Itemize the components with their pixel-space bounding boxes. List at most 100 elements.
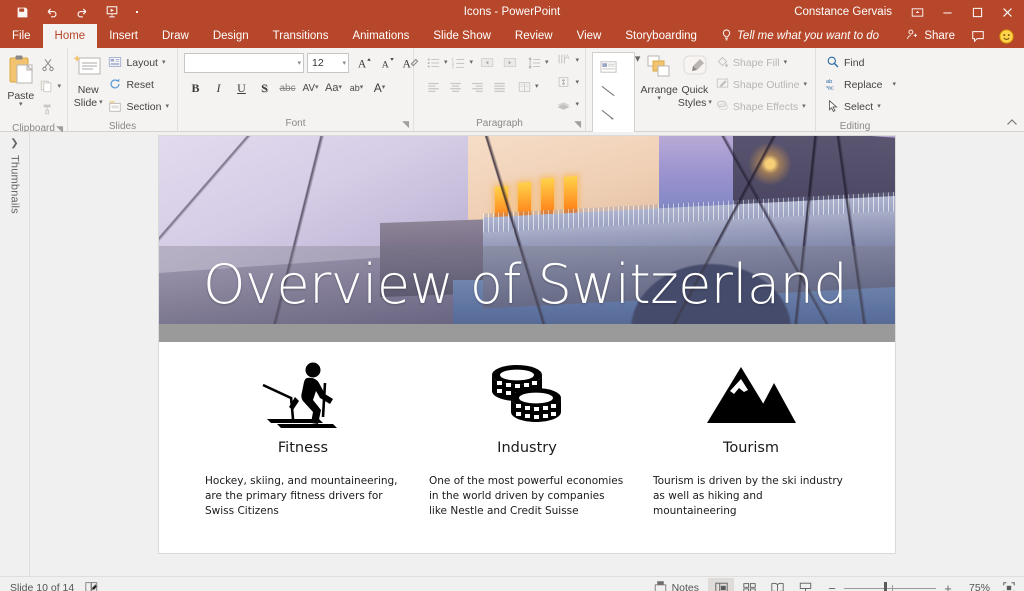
bullets-icon[interactable] xyxy=(422,52,444,74)
slide-canvas[interactable]: Overview of Switzerland xyxy=(159,136,895,553)
tab-view[interactable]: View xyxy=(565,24,614,48)
change-case-button[interactable]: Aa ▾ xyxy=(322,77,345,99)
maximize-button[interactable] xyxy=(962,0,992,24)
slide-title[interactable]: Overview of Switzerland xyxy=(159,258,847,312)
notes-page-icon[interactable] xyxy=(84,580,99,591)
layout-button[interactable]: Layout ▾ xyxy=(104,52,173,74)
decrease-font-size-icon[interactable]: A xyxy=(376,52,399,74)
text-highlight-button[interactable]: ab ▾ xyxy=(345,77,368,99)
font-color-dropdown-icon[interactable]: ▾ xyxy=(382,85,386,91)
tab-storyboarding[interactable]: Storyboarding xyxy=(613,24,709,48)
line-spacing-icon[interactable] xyxy=(523,52,545,74)
column-body-industry[interactable]: One of the most powerful economies in th… xyxy=(429,474,625,519)
chevron-right-icon[interactable]: ❯ xyxy=(10,138,18,149)
tab-home[interactable]: Home xyxy=(43,24,98,48)
find-button[interactable]: Find xyxy=(822,52,900,74)
slide-counter[interactable]: Slide 10 of 14 xyxy=(10,582,74,591)
line-arrow-shape-icon[interactable] xyxy=(595,103,621,127)
shape-effects-dropdown-icon[interactable]: ▾ xyxy=(802,104,806,110)
line-shape-icon[interactable] xyxy=(595,79,621,103)
justify-icon[interactable] xyxy=(488,76,510,98)
increase-font-size-icon[interactable]: A xyxy=(353,52,376,74)
decrease-indent-icon[interactable] xyxy=(476,52,498,74)
thumbnails-panel[interactable]: ❯ Thumbnails xyxy=(0,132,30,576)
shape-effects-button[interactable]: Shape Effects ▾ xyxy=(712,96,811,118)
ribbon-display-options-icon[interactable] xyxy=(902,0,932,24)
column-body-fitness[interactable]: Hockey, skiing, and mountaineering, are … xyxy=(205,474,401,519)
slide-show-view-button[interactable] xyxy=(792,578,818,591)
section-dropdown-icon[interactable]: ▾ xyxy=(165,104,169,110)
customize-qat-icon[interactable] xyxy=(128,1,146,23)
underline-button[interactable]: U xyxy=(230,77,253,99)
shape-outline-dropdown-icon[interactable]: ▾ xyxy=(803,82,807,88)
zoom-slider-handle[interactable] xyxy=(884,582,887,591)
shape-outline-button[interactable]: Shape Outline ▾ xyxy=(712,74,811,96)
select-dropdown-icon[interactable]: ▾ xyxy=(877,104,881,110)
redo-icon[interactable] xyxy=(68,1,96,23)
character-spacing-dropdown-icon[interactable]: ▾ xyxy=(315,85,319,91)
comments-icon[interactable] xyxy=(967,29,989,43)
normal-view-button[interactable] xyxy=(708,578,734,591)
paste-button[interactable]: Paste ▾ xyxy=(4,52,37,110)
columns-dropdown-icon[interactable]: ▾ xyxy=(535,84,539,90)
bold-button[interactable]: B xyxy=(184,77,207,99)
align-right-icon[interactable] xyxy=(466,76,488,98)
align-left-icon[interactable] xyxy=(422,76,444,98)
tab-file[interactable]: File xyxy=(0,24,43,48)
notes-button[interactable]: Notes xyxy=(647,578,706,591)
section-button[interactable]: Section ▾ xyxy=(104,96,173,118)
tab-slide-show[interactable]: Slide Show xyxy=(421,24,503,48)
undo-icon[interactable] xyxy=(38,1,66,23)
slide-banner-image[interactable]: Overview of Switzerland xyxy=(159,136,895,342)
slide-column-tourism[interactable]: Tourism Tourism is driven by the ski ind… xyxy=(639,358,863,553)
tab-transitions[interactable]: Transitions xyxy=(261,24,341,48)
cut-icon[interactable] xyxy=(37,54,59,76)
minimize-button[interactable] xyxy=(932,0,962,24)
replace-dropdown-icon[interactable]: ▾ xyxy=(893,82,897,88)
font-name-combobox[interactable]: ▾ xyxy=(184,53,304,73)
slide-editing-area[interactable]: Overview of Switzerland xyxy=(30,132,1024,576)
tab-animations[interactable]: Animations xyxy=(340,24,421,48)
align-text-button[interactable]: ▾ xyxy=(554,72,581,94)
save-icon[interactable] xyxy=(8,1,36,23)
align-text-dropdown-icon[interactable]: ▾ xyxy=(575,80,579,86)
tab-draw[interactable]: Draw xyxy=(150,24,201,48)
paste-dropdown-icon[interactable]: ▾ xyxy=(19,102,23,108)
italic-button[interactable]: I xyxy=(207,77,230,99)
numbering-dropdown-icon[interactable]: ▾ xyxy=(470,60,474,66)
start-slideshow-icon[interactable] xyxy=(98,1,126,23)
increase-indent-icon[interactable] xyxy=(498,52,520,74)
tell-me-search[interactable]: Tell me what you want to do xyxy=(709,24,889,48)
zoom-out-button[interactable]: − xyxy=(826,581,838,591)
font-dialog-launcher[interactable]: ◥ xyxy=(402,118,409,130)
font-name-dropdown-icon[interactable]: ▾ xyxy=(295,59,301,67)
new-slide-button[interactable]: New Slide ▾ xyxy=(72,52,104,111)
slide-sorter-view-button[interactable] xyxy=(736,578,762,591)
slide-column-fitness[interactable]: Fitness Hockey, skiing, and mountaineeri… xyxy=(191,358,415,553)
smartart-dropdown-icon[interactable]: ▾ xyxy=(575,102,579,108)
account-name[interactable]: Constance Gervais xyxy=(794,6,892,18)
text-direction-dropdown-icon[interactable]: ▾ xyxy=(575,58,579,64)
tab-review[interactable]: Review xyxy=(503,24,565,48)
layout-dropdown-icon[interactable]: ▾ xyxy=(162,60,166,66)
zoom-in-button[interactable]: + xyxy=(942,581,954,591)
column-body-tourism[interactable]: Tourism is driven by the ski industry as… xyxy=(653,474,849,519)
collapse-ribbon-icon[interactable] xyxy=(1006,118,1018,129)
change-case-dropdown-icon[interactable]: ▾ xyxy=(338,85,342,91)
arrange-button[interactable]: Arrange ▾ xyxy=(640,52,677,104)
convert-to-smartart-button[interactable]: ▾ xyxy=(554,94,581,116)
arrange-dropdown-icon[interactable]: ▾ xyxy=(657,96,661,102)
tab-insert[interactable]: Insert xyxy=(97,24,150,48)
new-slide-dropdown-icon[interactable]: ▾ xyxy=(99,100,103,106)
text-highlight-dropdown-icon[interactable]: ▾ xyxy=(360,85,364,91)
fit-to-window-button[interactable] xyxy=(998,578,1020,591)
font-color-button[interactable]: A ▾ xyxy=(368,77,391,99)
copy-button[interactable]: ▾ xyxy=(37,76,63,98)
text-direction-button[interactable]: A ▾ xyxy=(554,50,581,72)
line-spacing-dropdown-icon[interactable]: ▾ xyxy=(545,60,549,66)
format-painter-icon[interactable] xyxy=(37,98,59,120)
quick-styles-button[interactable]: Quick Styles ▾ xyxy=(678,52,712,111)
shape-fill-button[interactable]: Shape Fill ▾ xyxy=(712,52,811,74)
columns-icon[interactable] xyxy=(513,76,535,98)
zoom-slider[interactable] xyxy=(844,581,936,591)
